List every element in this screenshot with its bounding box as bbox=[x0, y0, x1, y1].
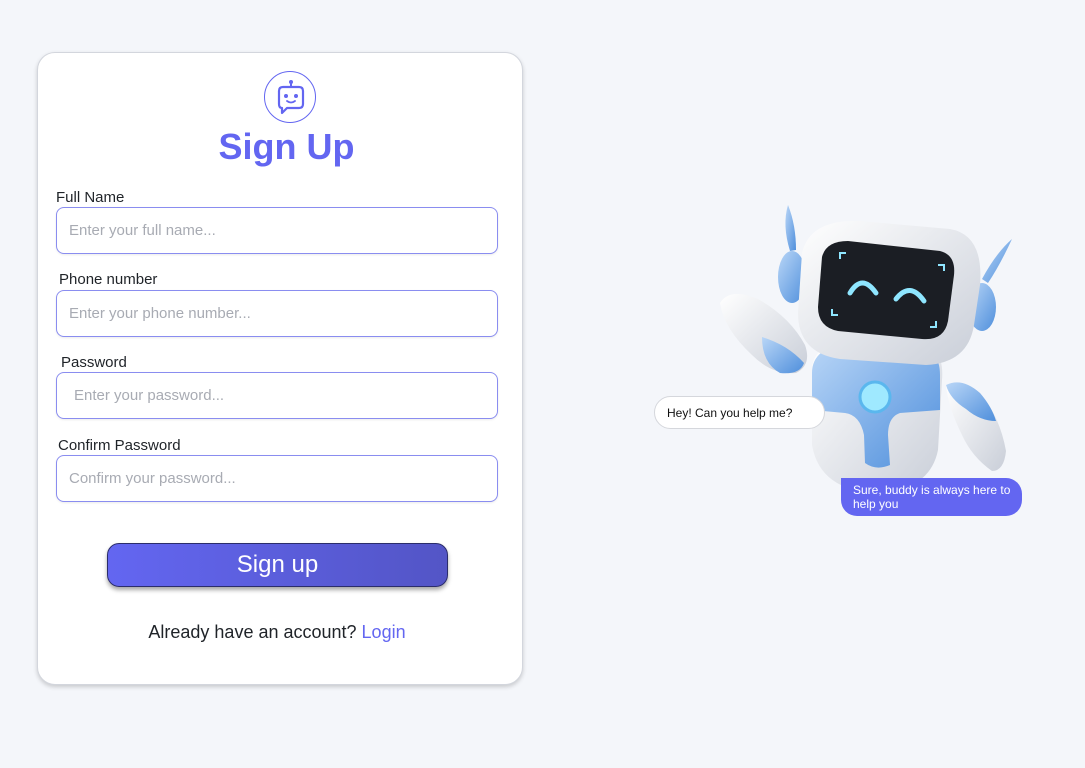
full-name-input[interactable] bbox=[56, 207, 498, 254]
user-chat-bubble: Hey! Can you help me? bbox=[654, 396, 825, 429]
page-title: Sign Up bbox=[218, 126, 355, 167]
login-link[interactable]: Login bbox=[362, 622, 406, 642]
password-input[interactable] bbox=[56, 372, 498, 419]
robot-mascot-icon bbox=[700, 195, 1020, 505]
signup-card: Sign Up Full Name Phone number Password … bbox=[37, 52, 523, 685]
login-prompt: Already have an account? Login bbox=[38, 622, 516, 643]
confirm-password-input[interactable] bbox=[56, 455, 498, 502]
sign-up-button[interactable]: Sign up bbox=[107, 543, 448, 587]
phone-number-input[interactable] bbox=[56, 290, 498, 337]
bot-chat-bubble: Sure, buddy is always here to help you bbox=[841, 478, 1022, 516]
password-label: Password bbox=[61, 354, 127, 371]
confirm-password-label: Confirm Password bbox=[58, 437, 181, 454]
account-prompt-text: Already have an account? bbox=[148, 622, 362, 642]
phone-number-label: Phone number bbox=[59, 271, 158, 288]
robot-chat-icon bbox=[264, 71, 316, 123]
full-name-label: Full Name bbox=[56, 189, 125, 206]
signup-page: Sign Up Full Name Phone number Password … bbox=[0, 0, 1085, 768]
